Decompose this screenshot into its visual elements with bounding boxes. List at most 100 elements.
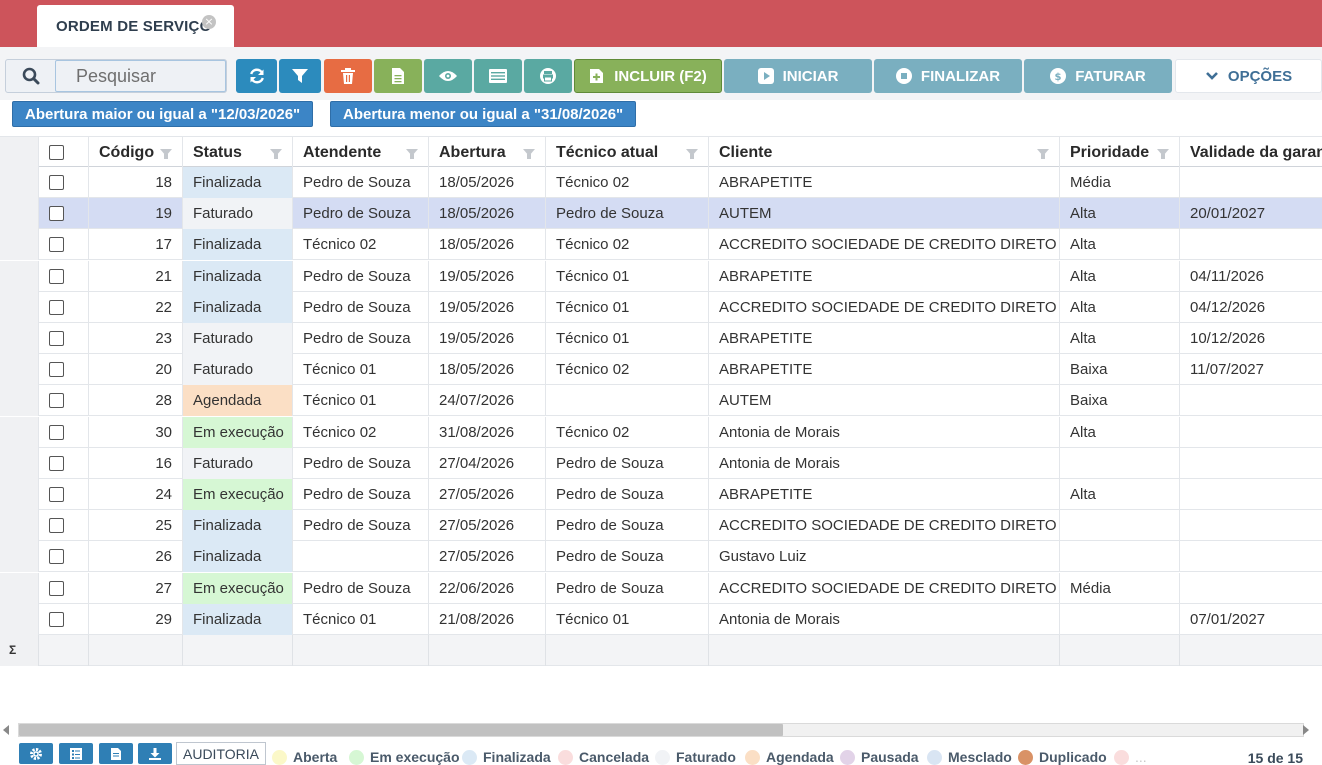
cell-status[interactable]: Em execução (183, 416, 293, 448)
cell-codigo[interactable]: 25 (89, 510, 183, 542)
row-checkbox[interactable] (49, 237, 64, 253)
row-header-cell[interactable] (0, 385, 39, 417)
filter-funnel-icon[interactable] (406, 149, 418, 159)
row-header-cell[interactable] (0, 291, 39, 323)
table-row[interactable]: 21 Finalizada Pedro de Souza 19/05/2026 Técn… (0, 260, 1322, 292)
cell-prioridade[interactable]: Alta (1060, 198, 1180, 230)
cell-validade[interactable]: 04/11/2026 (1180, 261, 1322, 292)
cell-cliente[interactable]: ACCREDITO SOCIEDADE DE CREDITO DIRETO S.… (709, 291, 1060, 323)
row-checkbox[interactable] (49, 580, 64, 596)
row-header-cell[interactable] (0, 229, 39, 261)
row-checkbox[interactable] (49, 299, 64, 315)
view-button[interactable] (424, 59, 472, 93)
cell-codigo[interactable]: 23 (89, 323, 183, 354)
cell-cliente[interactable]: ABRAPETITE (709, 167, 1060, 198)
cell-abertura[interactable]: 27/05/2026 (429, 541, 546, 573)
header-abertura[interactable]: Abertura (429, 137, 546, 168)
row-header-cell[interactable] (0, 198, 39, 230)
row-header-cell[interactable] (0, 323, 39, 354)
row-header-cell[interactable] (0, 541, 39, 573)
cell-status[interactable]: Finalizada (183, 510, 293, 542)
header-validade[interactable]: Validade da garantia (1180, 137, 1322, 168)
row-header-cell[interactable] (0, 260, 39, 292)
cell-atendente[interactable]: Técnico 01 (293, 354, 429, 386)
cell-validade[interactable] (1180, 385, 1322, 416)
settings-button[interactable] (19, 743, 53, 764)
table-row[interactable]: 23 Faturado Pedro de Souza 19/05/2026 Técnic… (0, 323, 1322, 354)
cell-abertura[interactable]: 19/05/2026 (429, 260, 546, 292)
cell-cliente[interactable]: ABRAPETITE (709, 260, 1060, 292)
cell-abertura[interactable]: 27/05/2026 (429, 479, 546, 510)
cell-tecnico[interactable]: Técnico 01 (546, 323, 709, 354)
cell-abertura[interactable]: 27/04/2026 (429, 447, 546, 479)
table-row[interactable]: 17 Finalizada Técnico 02 18/05/2026 Técnico … (0, 229, 1322, 261)
tab-ordem-servico[interactable]: ORDEM DE SERVIÇO × (37, 5, 234, 47)
header-status[interactable]: Status (183, 137, 293, 168)
cell-atendente[interactable]: Pedro de Souza (293, 510, 429, 542)
refresh-button[interactable] (236, 59, 277, 93)
report-button[interactable] (99, 743, 133, 764)
table-row[interactable]: 19 Faturado Pedro de Souza 18/05/2026 Pedro … (0, 198, 1322, 230)
table-row[interactable]: 27 Em execução Pedro de Souza 22/06/2026 Ped… (0, 572, 1322, 604)
cell-atendente[interactable] (293, 541, 429, 573)
select-all-checkbox[interactable] (49, 145, 64, 160)
scroll-left-arrow-icon[interactable] (3, 725, 9, 735)
cell-validade[interactable] (1180, 448, 1322, 479)
table-row[interactable]: 29 Finalizada Técnico 01 21/08/2026 Técnico … (0, 603, 1322, 635)
row-header-cell[interactable] (0, 572, 39, 604)
header-tecnico[interactable]: Técnico atual (546, 137, 709, 168)
filter-chip-abertura-max[interactable]: Abertura menor ou igual a "31/08/2026" (330, 101, 637, 127)
cell-prioridade[interactable]: Média (1060, 572, 1180, 604)
cell-cliente[interactable]: AUTEM (709, 385, 1060, 417)
row-checkbox[interactable] (49, 424, 64, 440)
cell-codigo[interactable]: 27 (89, 572, 183, 604)
document-button[interactable] (374, 59, 422, 93)
cell-validade[interactable]: 07/01/2027 (1180, 604, 1322, 635)
close-icon[interactable]: × (202, 15, 216, 29)
download-button[interactable] (138, 743, 172, 764)
table-row[interactable]: 30 Em execução Técnico 02 31/08/2026 Técnico… (0, 416, 1322, 448)
row-checkbox[interactable] (49, 611, 64, 627)
table-row[interactable]: 25 Finalizada Pedro de Souza 27/05/2026 Pedr… (0, 510, 1322, 542)
cell-prioridade[interactable] (1060, 510, 1180, 542)
row-checkbox[interactable] (49, 175, 64, 190)
cell-status[interactable]: Finalizada (183, 229, 293, 261)
cell-status[interactable]: Faturado (183, 323, 293, 354)
cell-validade[interactable] (1180, 479, 1322, 510)
cell-cliente[interactable]: ACCREDITO SOCIEDADE DE CREDITO DIRETO S.… (709, 572, 1060, 604)
cell-tecnico[interactable]: Técnico 02 (546, 167, 709, 198)
row-header-cell[interactable] (0, 416, 39, 448)
header-prioridade[interactable]: Prioridade (1060, 137, 1180, 168)
horizontal-scrollbar[interactable] (0, 722, 1322, 739)
cell-atendente[interactable]: Pedro de Souza (293, 323, 429, 354)
cell-status[interactable]: Finalizada (183, 260, 293, 292)
cell-prioridade[interactable]: Alta (1060, 229, 1180, 261)
table-row[interactable]: 18 Finalizada Pedro de Souza 18/05/2026 Técn… (0, 167, 1322, 198)
row-checkbox[interactable] (49, 331, 64, 346)
cell-cliente[interactable]: ABRAPETITE (709, 354, 1060, 386)
cell-abertura[interactable]: 18/05/2026 (429, 354, 546, 386)
cell-tecnico[interactable]: Técnico 01 (546, 260, 709, 292)
cell-codigo[interactable]: 20 (89, 354, 183, 386)
row-checkbox[interactable] (49, 268, 64, 284)
cell-validade[interactable]: 04/12/2026 (1180, 292, 1322, 323)
cell-tecnico[interactable]: Técnico 02 (546, 229, 709, 261)
cell-codigo[interactable]: 24 (89, 479, 183, 510)
cell-prioridade[interactable]: Alta (1060, 323, 1180, 354)
cell-abertura[interactable]: 19/05/2026 (429, 323, 546, 354)
scroll-right-arrow-icon[interactable] (1303, 725, 1309, 735)
auditoria-button[interactable]: AUDITORIA (176, 742, 266, 765)
cell-cliente[interactable]: Antonia de Morais (709, 447, 1060, 479)
table-row[interactable]: 26 Finalizada 27/05/2026 Pedro de Souza Gust… (0, 541, 1322, 573)
cell-abertura[interactable]: 27/05/2026 (429, 510, 546, 542)
cell-tecnico[interactable]: Pedro de Souza (546, 510, 709, 542)
cell-validade[interactable] (1180, 167, 1322, 198)
cell-prioridade[interactable]: Baixa (1060, 385, 1180, 417)
finalizar-button[interactable]: FINALIZAR (874, 59, 1022, 93)
cell-status[interactable]: Em execução (183, 572, 293, 604)
cell-status[interactable]: Finalizada (183, 167, 293, 198)
cell-atendente[interactable]: Pedro de Souza (293, 198, 429, 230)
print-button[interactable] (524, 59, 572, 93)
cell-codigo[interactable]: 21 (89, 260, 183, 292)
filter-button[interactable] (279, 59, 321, 93)
